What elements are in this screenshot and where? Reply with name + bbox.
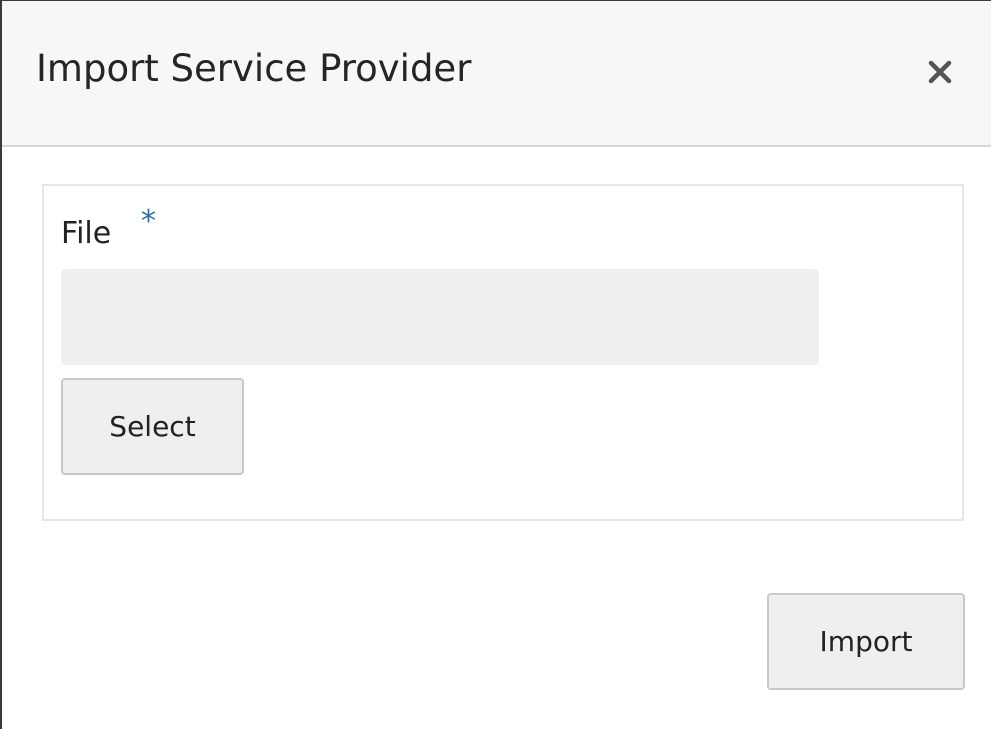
file-path-input[interactable] bbox=[61, 269, 819, 365]
dialog-title: Import Service Provider bbox=[36, 47, 472, 90]
required-asterisk: * bbox=[141, 204, 156, 239]
close-button[interactable] bbox=[918, 53, 962, 91]
select-file-button[interactable]: Select bbox=[61, 378, 244, 475]
file-label: File bbox=[61, 216, 112, 251]
close-x-icon bbox=[928, 60, 952, 84]
file-form-panel: File * Select bbox=[42, 184, 964, 521]
import-button[interactable]: Import bbox=[767, 593, 965, 690]
dialog-header: Import Service Provider bbox=[2, 1, 991, 147]
import-service-provider-dialog: Import Service Provider File * Select Im… bbox=[0, 0, 991, 729]
